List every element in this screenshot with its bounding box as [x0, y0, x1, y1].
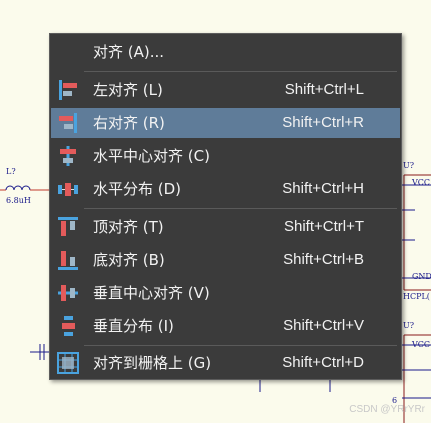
ic-gnd-label: GND — [412, 272, 431, 281]
align-top-icon — [58, 217, 78, 236]
ic2-ref-label: U? — [403, 321, 415, 330]
menu-item-align-top[interactable]: 顶对齐 (T) Shift+Ctrl+T — [51, 212, 400, 242]
menu-separator — [84, 71, 397, 72]
inductor-value-label: 6.8uH — [6, 196, 31, 205]
menu-item-align-to-grid[interactable]: 对齐到栅格上 (G) Shift+Ctrl+D — [51, 348, 400, 378]
align-bottom-icon — [58, 251, 78, 270]
distribute-horizontal-icon — [58, 183, 78, 196]
menu-item-shortcut: Shift+Ctrl+L — [284, 81, 364, 98]
watermark-text: CSDN @YRrYRr — [349, 404, 425, 415]
align-vertical-center-icon — [58, 285, 78, 301]
menu-item-label: 左对齐 (L) — [93, 81, 163, 99]
menu-item-label: 水平中心对齐 (C) — [93, 147, 210, 165]
menu-item-shortcut: Shift+Ctrl+D — [282, 354, 364, 371]
menu-item-shortcut: Shift+Ctrl+H — [282, 180, 364, 197]
menu-item-label: 底对齐 (B) — [93, 251, 165, 269]
align-right-icon — [59, 113, 77, 133]
menu-item-label: 对齐到栅格上 (G) — [93, 354, 212, 372]
menu-item-label: 右对齐 (R) — [93, 114, 165, 132]
menu-item-shortcut: Shift+Ctrl+R — [282, 114, 364, 131]
distribute-vertical-icon — [62, 316, 75, 336]
menu-item-shortcut: Shift+Ctrl+T — [283, 218, 364, 235]
inductor-ref-label: L? — [6, 167, 16, 176]
align-left-icon — [59, 80, 77, 100]
menu-item-label: 对齐 (A)... — [93, 43, 165, 61]
menu-item-align-bottom[interactable]: 底对齐 (B) Shift+Ctrl+B — [51, 245, 400, 275]
menu-item-align-right[interactable]: 右对齐 (R) Shift+Ctrl+R — [51, 108, 400, 138]
align-to-grid-icon — [57, 352, 79, 374]
menu-item-label: 垂直分布 (I) — [93, 317, 174, 335]
menu-item-align-left[interactable]: 左对齐 (L) Shift+Ctrl+L — [51, 75, 400, 105]
menu-item-align-vertical-center[interactable]: 垂直中心对齐 (V) — [51, 278, 400, 308]
menu-item-label: 顶对齐 (T) — [93, 218, 164, 236]
menu-separator — [84, 345, 397, 346]
menu-item-label: 垂直中心对齐 (V) — [93, 284, 210, 302]
menu-item-label: 水平分布 (D) — [93, 180, 182, 198]
ic-vcc-label: VCC — [412, 178, 431, 187]
menu-item-shortcut: Shift+Ctrl+B — [283, 251, 364, 268]
menu-item-distribute-vertical[interactable]: 垂直分布 (I) Shift+Ctrl+V — [51, 311, 400, 341]
menu-item-distribute-horizontal[interactable]: 水平分布 (D) Shift+Ctrl+H — [51, 174, 400, 204]
ic-ref-label: U? — [403, 161, 415, 170]
menu-separator — [84, 208, 397, 209]
menu-item-align-horizontal-center[interactable]: 水平中心对齐 (C) — [51, 141, 400, 171]
align-horizontal-center-icon — [60, 146, 76, 166]
align-context-menu: 对齐 (A)... 左对齐 (L) Shift+Ctrl+L 右对齐 (R) S… — [49, 33, 402, 380]
menu-item-shortcut: Shift+Ctrl+V — [283, 317, 364, 334]
menu-item-align-dialog[interactable]: 对齐 (A)... — [51, 37, 400, 67]
ic2-vcc-label: VCC — [412, 340, 431, 349]
ic-part-label: HCPL( — [403, 292, 430, 301]
